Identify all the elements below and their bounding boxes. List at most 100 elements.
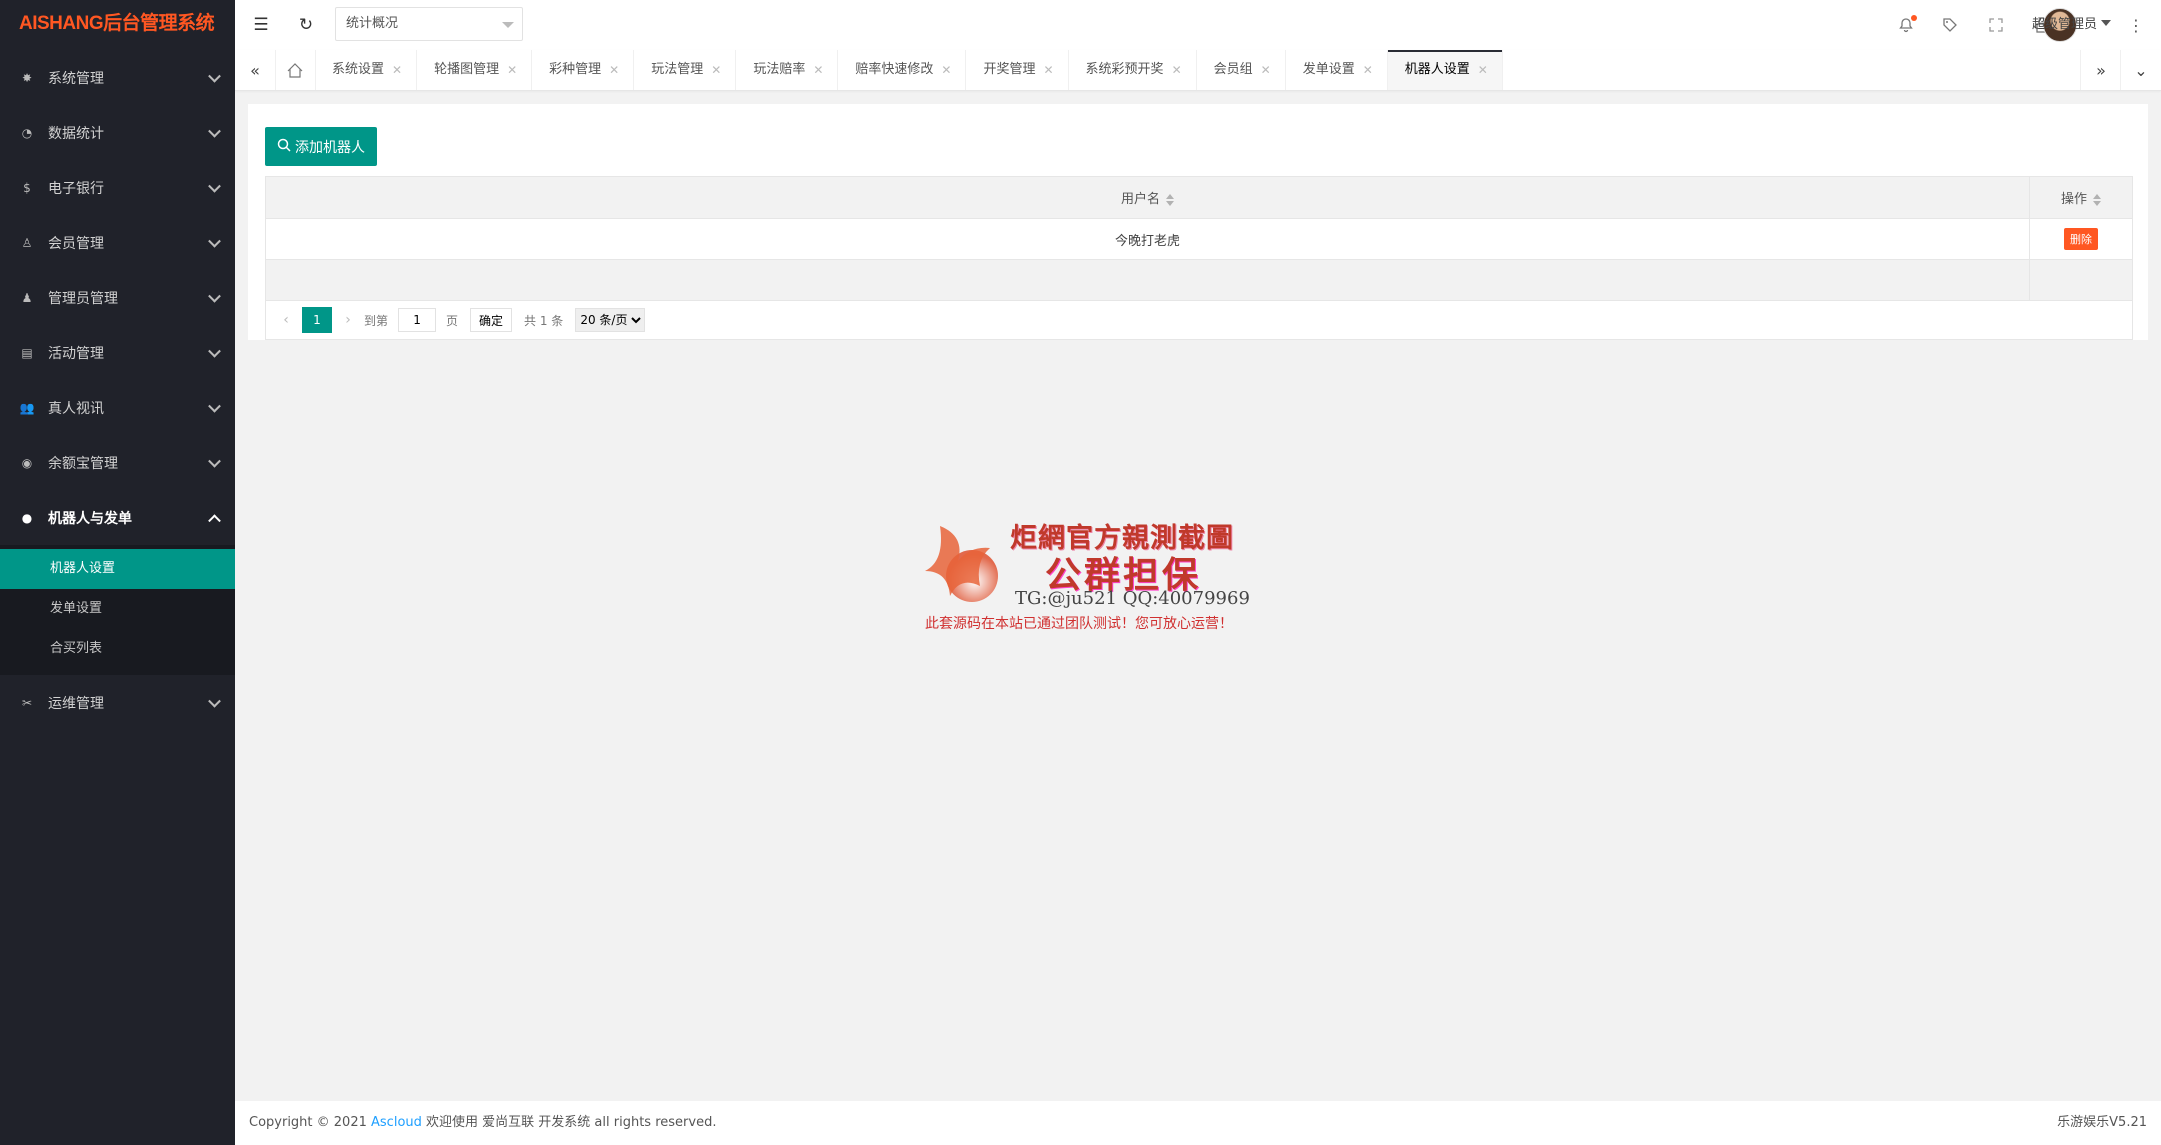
close-icon[interactable]: ✕ (1363, 50, 1373, 90)
sidebar-item-label: 数据统计 (48, 125, 104, 142)
tab-odds-quick-edit[interactable]: 赔率快速修改 ✕ (838, 50, 967, 90)
caret-down-icon (502, 22, 514, 28)
close-icon[interactable]: ✕ (609, 50, 619, 90)
tabs-scroll-left-icon[interactable]: « (235, 50, 276, 90)
chevron-down-icon (208, 344, 221, 358)
total-count: 共 1 条 (524, 313, 564, 328)
gear-icon: ✸ (21, 70, 33, 85)
sidebar-item-activities[interactable]: ▤ 活动管理 (0, 325, 235, 380)
sidebar-item-label: 系统管理 (48, 70, 104, 87)
more-vertical-icon[interactable]: ⋮ (2121, 0, 2151, 50)
column-header-action[interactable]: 操作 (2029, 177, 2132, 219)
goto-confirm-button[interactable]: 确定 (470, 308, 513, 332)
tab-label: 系统设置 (332, 62, 385, 77)
sidebar-subitem-order-settings[interactable]: 发单设置 (0, 589, 235, 629)
sidebar-item-label: 管理员管理 (48, 290, 118, 307)
tab-system-settings[interactable]: 系统设置 ✕ (315, 50, 418, 90)
overview-select-value: 统计概况 (346, 16, 399, 31)
prev-page-icon[interactable]: ‹ (276, 312, 296, 328)
add-robot-button[interactable]: 添加机器人 (265, 127, 377, 166)
main-content: 添加机器人 用户名 操作 今晚打老虎 删除 ‹ 1 › 到第 1 页 确定 共 … (235, 91, 2161, 1101)
sidebar-item-label: 会员管理 (48, 235, 104, 252)
tab-system-pre-draw[interactable]: 系统彩预开奖 ✕ (1069, 50, 1197, 90)
sort-icon[interactable] (2093, 193, 2101, 206)
tab-play-methods[interactable]: 玩法管理 ✕ (634, 50, 737, 90)
search-icon (277, 138, 291, 156)
tab-lottery-types[interactable]: 彩种管理 ✕ (532, 50, 635, 90)
chevron-down-icon (208, 179, 221, 193)
copyright-suffix: 欢迎使用 爱尚互联 开发系统 all rights reserved. (426, 1115, 717, 1130)
chevron-down-icon (208, 289, 221, 303)
tab-play-odds[interactable]: 玩法赔率 ✕ (736, 50, 839, 90)
sidebar-item-ebank[interactable]: $ 电子银行 (0, 160, 235, 215)
dollar-icon: $ (23, 180, 31, 195)
tab-carousel[interactable]: 轮播图管理 ✕ (417, 50, 533, 90)
overview-select[interactable]: 统计概况 (335, 7, 523, 41)
chevron-down-icon (208, 454, 221, 468)
sidebar-item-statistics[interactable]: ◔ 数据统计 (0, 105, 235, 160)
fullscreen-icon[interactable] (1981, 0, 2011, 50)
sidebar-item-label: 余额宝管理 (48, 455, 118, 472)
sidebar-item-label: 电子银行 (48, 180, 104, 197)
column-header-username[interactable]: 用户名 (266, 177, 2030, 219)
close-icon[interactable]: ✕ (711, 50, 721, 90)
close-icon[interactable]: ✕ (813, 50, 823, 90)
tabs-scroll-right-icon[interactable]: » (2080, 50, 2121, 90)
tab-label: 彩种管理 (549, 62, 602, 77)
user-menu[interactable]: 超级管理员 (2032, 0, 2111, 50)
delete-button[interactable]: 删除 (2064, 228, 2098, 250)
tab-draw-management[interactable]: 开奖管理 ✕ (966, 50, 1069, 90)
copyright-prefix: Copyright © 2021 (249, 1115, 367, 1130)
footer-version: 乐游娱乐V5.21 (2057, 1115, 2147, 1130)
close-icon[interactable]: ✕ (1261, 50, 1271, 90)
sidebar-item-label: 活动管理 (48, 345, 104, 362)
next-page-icon[interactable]: › (338, 312, 358, 328)
sidebar: AISHANG后台管理系统 ✸ 系统管理 ◔ 数据统计 $ 电子银行 ♙ 会员管… (0, 0, 235, 1145)
sidebar-item-members[interactable]: ♙ 会员管理 (0, 215, 235, 270)
refresh-icon[interactable]: ↻ (288, 0, 324, 50)
tabs-dropdown-icon[interactable]: ⌄ (2120, 50, 2161, 90)
sidebar-subitem-group-buy-list[interactable]: 合买列表 (0, 629, 235, 669)
group-icon: 👥 (19, 400, 35, 415)
app-logo[interactable]: AISHANG后台管理系统 (0, 0, 235, 50)
menu-toggle-icon[interactable]: ☰ (243, 0, 279, 50)
cell-empty (2029, 259, 2132, 301)
close-icon[interactable]: ✕ (1172, 50, 1182, 90)
sort-icon[interactable] (1166, 193, 1174, 206)
footer-copyright: Copyright © 2021 Ascloud 欢迎使用 爱尚互联 开发系统 … (249, 1101, 716, 1145)
sidebar-item-system[interactable]: ✸ 系统管理 (0, 50, 235, 105)
notification-bell-icon[interactable] (1891, 0, 1921, 50)
tab-label: 机器人设置 (1404, 62, 1470, 77)
tag-icon[interactable] (1935, 0, 1965, 50)
page-size-select[interactable]: 20 条/页 (575, 308, 646, 332)
sidebar-item-robots[interactable]: ● 机器人与发单 (0, 490, 235, 545)
sidebar-item-label: 真人视讯 (48, 400, 104, 417)
username-label: 超级管理员 (2031, 17, 2097, 32)
close-icon[interactable]: ✕ (941, 50, 951, 90)
close-icon[interactable]: ✕ (507, 50, 517, 90)
sidebar-item-admins[interactable]: ♟ 管理员管理 (0, 270, 235, 325)
sidebar-item-yuebao[interactable]: ◉ 余额宝管理 (0, 435, 235, 490)
close-icon[interactable]: ✕ (392, 50, 402, 90)
home-icon[interactable] (275, 50, 316, 90)
tab-robot-settings[interactable]: 机器人设置 ✕ (1387, 50, 1503, 90)
close-icon[interactable]: ✕ (1043, 50, 1053, 90)
tab-label: 会员组 (1213, 62, 1253, 77)
sidebar-menu: ✸ 系统管理 ◔ 数据统计 $ 电子银行 ♙ 会员管理 ♟ 管理员管理 ▤ 活动… (0, 50, 235, 730)
sidebar-subitem-robot-settings[interactable]: 机器人设置 (0, 549, 235, 589)
page-current[interactable]: 1 (302, 307, 332, 333)
admin-icon: ♟ (21, 290, 33, 305)
goto-page-input[interactable] (398, 308, 437, 332)
pagination: ‹ 1 › 到第 页 确定 共 1 条 20 条/页 (266, 301, 2132, 339)
ascloud-link[interactable]: Ascloud (371, 1115, 422, 1130)
goto-label: 到第 (364, 313, 389, 328)
dashboard-icon: ◔ (21, 125, 33, 140)
sidebar-item-ops[interactable]: ✂ 运维管理 (0, 675, 235, 730)
tab-member-groups[interactable]: 会员组 ✕ (1197, 50, 1286, 90)
cell-action: 删除 (2029, 218, 2132, 260)
page-unit-label: 页 (446, 313, 459, 328)
close-icon[interactable]: ✕ (1478, 50, 1488, 90)
tab-order-settings[interactable]: 发单设置 ✕ (1286, 50, 1388, 90)
tab-label: 开奖管理 (983, 62, 1036, 77)
sidebar-item-live-video[interactable]: 👥 真人视讯 (0, 380, 235, 435)
